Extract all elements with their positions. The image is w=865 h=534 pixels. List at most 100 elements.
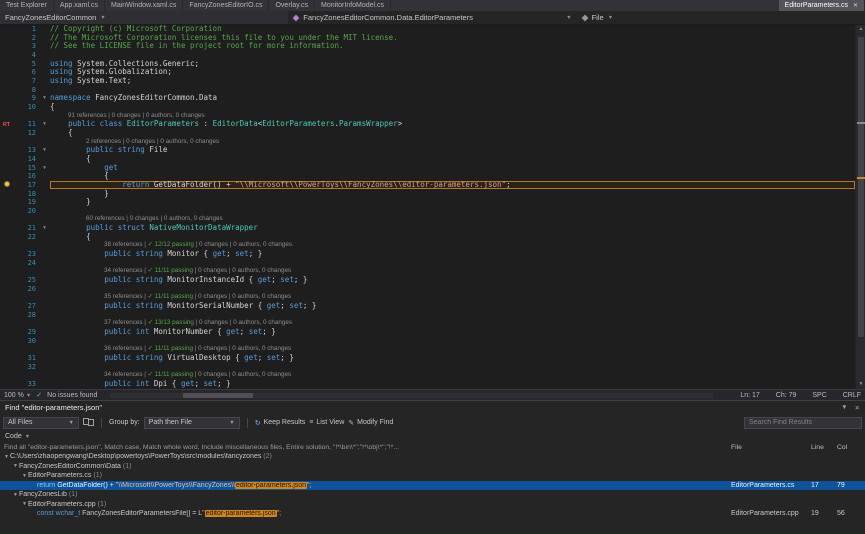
codelens-row[interactable]: 36 references | ✓ 11/11 passing | 0 chan… (0, 345, 855, 354)
scrollbar-thumb[interactable] (858, 37, 864, 337)
code-line[interactable]: 27 public string MonitorSerialNumber { g… (0, 302, 855, 311)
find-file[interactable]: ▼EditorParameters.cpp (1) (0, 500, 865, 510)
code-line[interactable]: 30 (0, 337, 855, 346)
lightbulb-icon[interactable] (4, 181, 10, 187)
find-file[interactable]: ▼EditorParameters.cs (1) (0, 471, 865, 481)
codelens-row[interactable]: 91 references | 0 changes | 0 authors, 0… (0, 112, 855, 121)
find-folder[interactable]: ▼FancyZonesLib (1) (0, 490, 865, 500)
code-line[interactable]: 17 return GetDataFolder() + "\\Microsoft… (0, 181, 855, 190)
chevron-down-icon: ▼ (69, 420, 74, 426)
fold-icon[interactable]: ▼ (39, 94, 50, 103)
code-line[interactable]: 16 { (0, 172, 855, 181)
scroll-up-icon[interactable]: ▲ (856, 25, 865, 34)
horizontal-scrollbar[interactable] (110, 393, 713, 398)
find-match-row[interactable]: const wchar_t FancyZonesEditorParameters… (0, 509, 865, 519)
project-dropdown[interactable]: FancyZonesEditorCommon ▼ (0, 11, 288, 24)
code-line[interactable]: 13▼ public string File (0, 146, 855, 155)
code-line[interactable]: 24 (0, 259, 855, 268)
code-line[interactable]: 9▼namespace FancyZonesEditorCommon.Data (0, 94, 855, 103)
vertical-scrollbar[interactable]: ▲ ▼ (855, 25, 865, 389)
codelens-row[interactable]: 34 references | ✓ 11/11 passing | 0 chan… (0, 267, 855, 276)
search-find-results-input[interactable] (744, 417, 862, 429)
code-line[interactable]: 3// See the LICENSE file in the project … (0, 42, 855, 51)
results-column-headers[interactable]: File Line Col (731, 442, 861, 452)
fold-icon[interactable]: ▼ (39, 224, 50, 233)
tab-overlay-cs[interactable]: Overlay.cs (269, 0, 315, 11)
code-line[interactable]: 6using System.Globalization; (0, 68, 855, 77)
tab-test-explorer[interactable]: Test Explorer (0, 0, 54, 11)
code-editor[interactable]: 1// Copyright (c) Microsoft Corporation2… (0, 25, 865, 389)
code-line[interactable]: 32 (0, 363, 855, 372)
code-line[interactable]: 25 public string MonitorInstanceId { get… (0, 276, 855, 285)
code-line[interactable]: 12 { (0, 129, 855, 138)
line-number: 22 (13, 233, 39, 242)
close-icon[interactable]: ✕ (853, 2, 858, 9)
code-line[interactable]: 8 (0, 86, 855, 95)
scope-dropdown[interactable]: All Files ▼ (3, 417, 79, 429)
copy-results-button[interactable] (83, 419, 94, 426)
code-line[interactable]: 31 public string VirtualDesktop { get; s… (0, 354, 855, 363)
code-line[interactable]: 10{ (0, 103, 855, 112)
code-line[interactable]: 33 public int Dpi { get; set; } (0, 380, 855, 389)
type-dropdown[interactable]: FancyZonesEditorCommon.Data.EditorParame… (288, 11, 576, 24)
code-line[interactable]: 15▼ get (0, 164, 855, 173)
tab-app-xaml-cs[interactable]: App.xaml.cs (54, 0, 105, 11)
eol-indicator[interactable]: CRLF (843, 392, 861, 399)
codelens-row[interactable]: 35 references | ✓ 11/11 passing | 0 chan… (0, 293, 855, 302)
scrollbar-thumb[interactable] (183, 393, 253, 398)
expander-icon[interactable]: ▼ (21, 501, 28, 507)
code-line[interactable]: 14 { (0, 155, 855, 164)
codelens-row[interactable]: 60 references | 0 changes | 0 authors, 0… (0, 215, 855, 224)
find-root-path[interactable]: ▼C:\Users\zhaopengwang\Desktop\powertoys… (0, 452, 865, 462)
code-line[interactable]: 4 (0, 51, 855, 60)
code-line[interactable]: 1// Copyright (c) Microsoft Corporation (0, 25, 855, 34)
code-line[interactable]: 20 (0, 207, 855, 216)
space-mode-indicator[interactable]: SPC (812, 392, 826, 399)
group-by-dropdown[interactable]: Path then File ▼ (144, 417, 240, 429)
keep-results-button[interactable]: ↻ Keep Results (255, 419, 306, 427)
code-line[interactable]: 28 (0, 311, 855, 320)
expander-icon[interactable]: ▼ (21, 473, 28, 479)
tab-editorparameters[interactable]: EditorParameters.cs ✕ (779, 0, 865, 11)
scroll-down-icon[interactable]: ▼ (856, 380, 865, 389)
fold-icon[interactable]: ▼ (39, 146, 50, 155)
code-filter[interactable]: Code ▼ (0, 431, 865, 442)
expander-icon[interactable]: ▼ (3, 454, 10, 460)
code-line[interactable]: RT11▼ public class EditorParameters : Ed… (0, 120, 855, 129)
line-number: 27 (13, 302, 39, 311)
codelens-row[interactable]: 34 references | ✓ 11/11 passing | 0 chan… (0, 371, 855, 380)
list-view-button[interactable]: ≡ List View (309, 419, 344, 426)
code-line[interactable]: 2// The Microsoft Corporation licenses t… (0, 34, 855, 43)
codelens-row[interactable]: 2 references | 0 changes | 0 authors, 0 … (0, 138, 855, 147)
code-line[interactable]: 22 { (0, 233, 855, 242)
expander-icon[interactable]: ▼ (12, 463, 19, 469)
zoom-control[interactable]: 100 % ▼ (4, 392, 31, 399)
find-match-row[interactable]: return GetDataFolder() + "\\Microsoft\\P… (0, 481, 865, 491)
member-dropdown[interactable]: File ▼ (577, 11, 865, 24)
tab-monitorinfomodel-cs[interactable]: MonitorInfoModel.cs (315, 0, 391, 11)
code-line[interactable]: 26 (0, 285, 855, 294)
code-line[interactable]: 5using System.Collections.Generic; (0, 60, 855, 69)
tab-mainwindow-xaml-cs[interactable]: MainWindow.xaml.cs (105, 0, 183, 11)
code-line[interactable]: 23 public string Monitor { get; set; } (0, 250, 855, 259)
column-header-col[interactable]: Col (837, 444, 861, 451)
fold-icon[interactable]: ▼ (39, 120, 50, 129)
code-line[interactable]: 21▼ public struct NativeMonitorDataWrapp… (0, 224, 855, 233)
code-line[interactable]: 18 } (0, 189, 855, 198)
code-text: { (50, 155, 855, 164)
health-status[interactable]: No issues found (47, 392, 97, 399)
window-position-icon[interactable]: ▼ (841, 404, 847, 412)
close-icon[interactable]: ✕ (855, 404, 860, 412)
code-line[interactable]: 29 public int MonitorNumber { get; set; … (0, 328, 855, 337)
code-line[interactable]: 19 } (0, 198, 855, 207)
column-header-line[interactable]: Line (811, 444, 837, 451)
codelens-row[interactable]: 37 references | ✓ 13/13 passing | 0 chan… (0, 319, 855, 328)
codelens-row[interactable]: 38 references | ✓ 12/12 passing | 0 chan… (0, 241, 855, 250)
column-header-file[interactable]: File (731, 444, 811, 451)
tab-fancyzoneseditorio-cs[interactable]: FancyZonesEditorIO.cs (183, 0, 269, 11)
expander-icon[interactable]: ▼ (12, 492, 19, 498)
modify-find-button[interactable]: ✎ Modify Find (348, 419, 393, 427)
fold-icon[interactable]: ▼ (39, 164, 50, 173)
find-folder[interactable]: ▼FancyZonesEditorCommon\Data (1) (0, 462, 865, 472)
code-line[interactable]: 7using System.Text; (0, 77, 855, 86)
